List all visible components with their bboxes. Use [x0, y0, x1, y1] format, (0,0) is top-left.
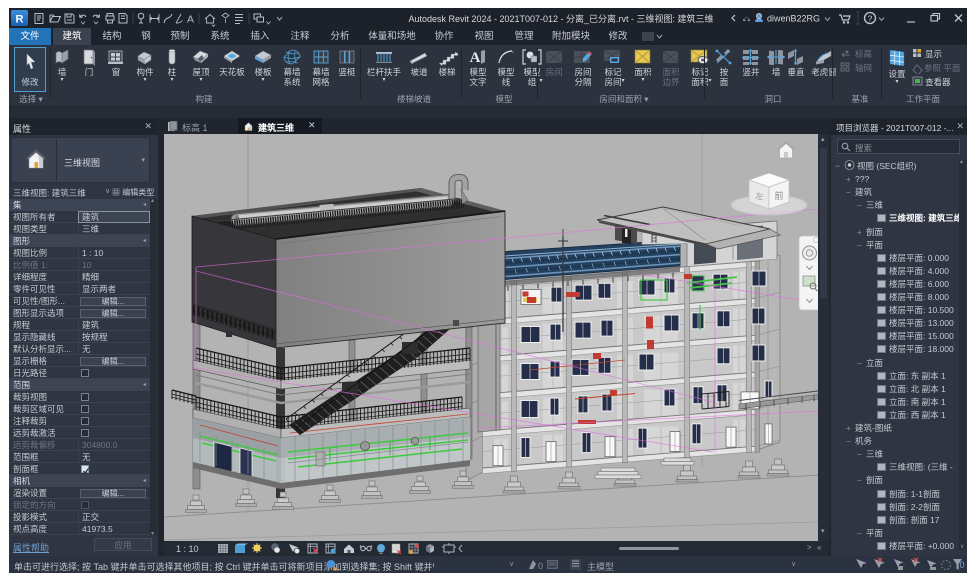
svg-text:标高: 标高 [855, 49, 872, 59]
svg-text:显示: 显示 [925, 49, 942, 59]
svg-text:0: 0 [538, 561, 543, 571]
svg-text:前: 前 [774, 190, 783, 201]
svg-text:?: ? [868, 14, 873, 24]
svg-text:A: A [187, 14, 194, 26]
svg-text:左: 左 [755, 191, 764, 202]
svg-text:A: A [470, 50, 481, 66]
svg-text:diwenB22RG: diwenB22RG [767, 14, 820, 24]
svg-text:参照 平面: 参照 平面 [924, 63, 961, 73]
svg-text:轴网: 轴网 [855, 63, 872, 73]
svg-text:R: R [16, 14, 24, 26]
svg-text:查看器: 查看器 [925, 77, 951, 87]
